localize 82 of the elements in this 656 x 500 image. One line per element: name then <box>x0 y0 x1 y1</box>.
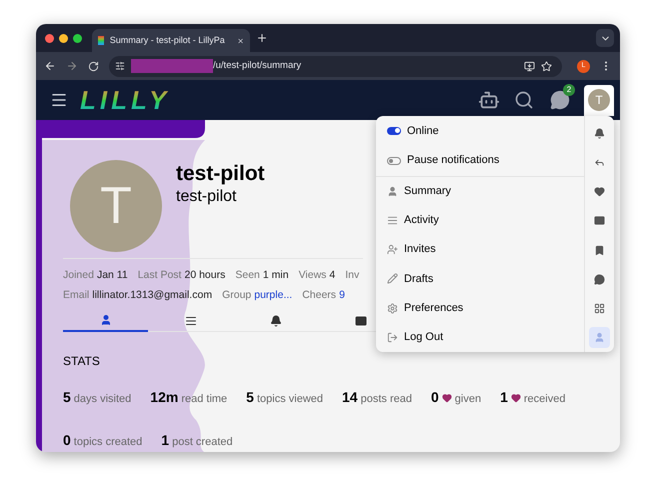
stat-caption: topics created <box>74 435 142 450</box>
menu-item[interactable]: Pause notifications <box>376 146 584 176</box>
field-label: Email <box>63 288 90 302</box>
tab-search-button[interactable] <box>596 29 614 47</box>
chat-icon[interactable] <box>550 90 570 110</box>
toggle-switch[interactable] <box>387 156 401 165</box>
field-label: Last Post <box>138 268 182 282</box>
chat-icon <box>594 274 605 285</box>
user-icon <box>100 314 112 326</box>
field-value: Jan 11 <box>96 268 128 282</box>
menu-item[interactable]: Online <box>376 116 584 146</box>
forward-icon[interactable] <box>66 60 78 72</box>
profile-name: test-pilot <box>176 161 265 187</box>
field-value: 20 hours <box>184 268 226 282</box>
stat-caption: given <box>454 392 482 407</box>
logo-icon <box>98 36 104 45</box>
stat-caption: days visited <box>74 392 132 407</box>
stat-number: 1 <box>161 431 170 450</box>
maximize-window-button[interactable] <box>73 34 82 42</box>
stat-caption: received <box>524 392 566 407</box>
bookmark-icon <box>594 244 605 256</box>
menu-item[interactable]: Invites <box>376 234 584 264</box>
menu-item[interactable]: Drafts <box>376 264 584 294</box>
menu-icon[interactable] <box>50 91 68 109</box>
bell-icon <box>594 128 605 140</box>
field-label: Group <box>222 288 252 302</box>
field-link[interactable]: purple... <box>254 288 292 302</box>
grid-icon <box>594 302 605 314</box>
logout-icon <box>387 332 398 343</box>
stat-number: 14 <box>342 388 358 407</box>
field-link[interactable]: 9 <box>339 288 345 302</box>
back-icon[interactable] <box>44 60 56 72</box>
browser-tab[interactable]: Summary - test-pilot - LillyPa <box>92 29 250 52</box>
stat-caption: posts read <box>360 392 412 407</box>
toggle-switch[interactable] <box>387 126 401 135</box>
site-settings-icon[interactable] <box>115 61 125 71</box>
stat-number: 0 <box>430 388 439 407</box>
stat-caption: read time <box>181 392 228 407</box>
stat-number: 1 <box>500 388 508 407</box>
tab-title: Summary - test-pilot - LillyPa <box>110 34 225 47</box>
bookmark-star-icon[interactable] <box>541 60 552 72</box>
field-label: Inv <box>345 268 360 282</box>
field-value: 4 <box>329 268 336 282</box>
heart-icon <box>594 186 605 198</box>
field-value: 1 min <box>262 268 289 282</box>
field-value: lillinator.1313@gmail.com <box>92 288 212 302</box>
field-label: Cheers <box>302 288 336 302</box>
field-label: Views <box>298 268 326 282</box>
stat-number: 5 <box>246 388 254 407</box>
close-window-button[interactable] <box>45 34 54 42</box>
new-tab-icon[interactable] <box>256 32 268 44</box>
stat-caption: topics viewed <box>256 392 324 407</box>
bell-icon <box>270 314 282 326</box>
minimize-window-button[interactable] <box>59 34 68 42</box>
stat-number: 0 <box>63 431 71 450</box>
list-icon <box>387 214 398 226</box>
menu-item[interactable]: Preferences <box>376 293 584 323</box>
notification-badge: 2 <box>563 84 575 96</box>
profile-username: test-pilot <box>176 187 238 207</box>
robot-icon[interactable] <box>478 89 500 111</box>
search-icon[interactable] <box>514 90 534 110</box>
menu-item[interactable]: Activity <box>376 206 584 235</box>
gear-icon <box>387 302 398 314</box>
user-icon <box>594 332 605 343</box>
pencil-icon <box>387 273 398 284</box>
reply-icon <box>594 157 605 168</box>
stat-number: 5 <box>63 388 71 407</box>
user-icon <box>387 186 398 197</box>
list-icon <box>184 314 196 326</box>
stat-caption: post created <box>172 435 233 450</box>
reload-icon[interactable] <box>88 60 99 72</box>
section-heading: STATS <box>63 353 101 370</box>
user-plus-icon <box>387 244 398 256</box>
install-icon[interactable] <box>524 60 535 72</box>
field-label: Seen <box>235 268 260 282</box>
address-bar[interactable]: /u/test-pilot/summary <box>109 56 562 76</box>
field-label: Joined <box>63 268 94 282</box>
menu-item[interactable]: Log Out <box>376 322 584 352</box>
stat-number: 12m <box>150 388 178 407</box>
url-text: /u/test-pilot/summary <box>213 58 302 73</box>
user-avatar: T <box>588 89 610 111</box>
menu-item[interactable]: Summary <box>376 176 584 206</box>
